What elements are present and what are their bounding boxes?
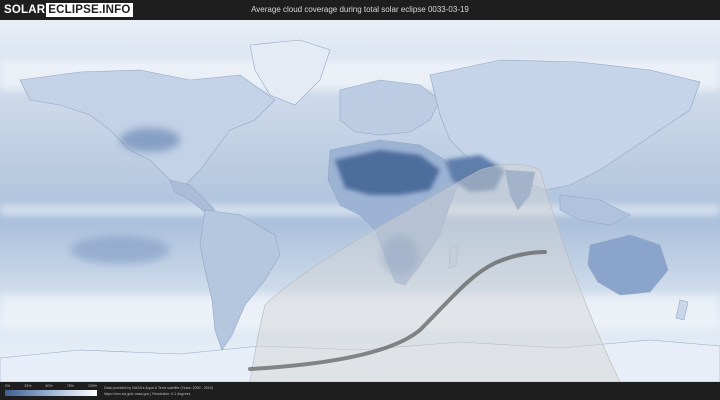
cloud-coverage-legend bbox=[5, 390, 97, 396]
clear-patch-pacific bbox=[70, 236, 170, 264]
footer-bar: 0% 25% 50% 75% 100% Data provided by NAS… bbox=[0, 382, 720, 400]
clear-patch-southwest-us bbox=[120, 128, 180, 152]
data-credits: Data provided by NASA's Aqua & Terra sat… bbox=[104, 385, 213, 397]
credit-line: https://neo.sci.gsfc.nasa.gov | Resoluti… bbox=[104, 392, 191, 396]
page-title: Average cloud coverage during total sola… bbox=[251, 5, 469, 14]
cloud-coverage-map bbox=[0, 20, 720, 382]
header-bar: SOLAR ECLIPSE.INFO Average cloud coverag… bbox=[0, 0, 720, 20]
